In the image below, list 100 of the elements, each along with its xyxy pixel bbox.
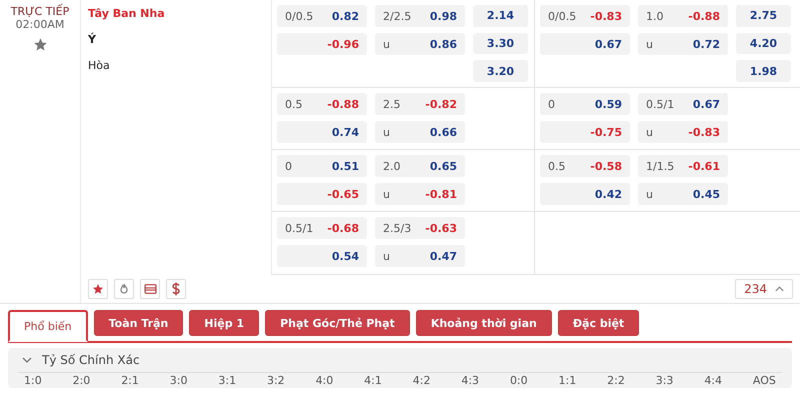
score-label: 3:1 <box>218 374 236 387</box>
odds-line: 0.5 <box>548 160 566 172</box>
odds-value: 0.65 <box>430 160 457 172</box>
score-label: 4:4 <box>704 374 722 387</box>
odds-cell[interactable]: u 0.45 <box>638 183 728 205</box>
score-label: 4:3 <box>461 374 480 387</box>
odds-cell[interactable]: 3.30 <box>473 32 528 54</box>
tool-button[interactable] <box>166 279 186 299</box>
odds-value: -0.68 <box>327 222 359 234</box>
odds-cell[interactable]: -0.65 <box>277 183 367 205</box>
odds-cell[interactable]: 0 0.59 <box>540 93 630 115</box>
ticket-icon <box>144 283 156 295</box>
section-title: Tỷ Số Chính Xác <box>42 353 140 367</box>
odds-cell[interactable]: 2.5 -0.82 <box>375 93 465 115</box>
live-status: TRỰC TIẾP <box>10 5 70 18</box>
odds-cell[interactable]: 0.5/1 -0.68 <box>277 217 367 239</box>
odds-value: -0.65 <box>327 188 359 200</box>
favorite-star-icon[interactable] <box>32 37 48 52</box>
odds-value: -0.83 <box>590 10 622 22</box>
odds-cell[interactable]: -0.75 <box>540 121 630 143</box>
odds-cell[interactable]: u -0.83 <box>638 121 728 143</box>
market-tab[interactable]: Khoảng thời gian <box>416 310 552 336</box>
odds-value: -0.96 <box>327 38 359 50</box>
tool-button[interactable] <box>88 279 108 299</box>
score-label: 2:2 <box>607 374 625 387</box>
odds-value: -0.81 <box>425 188 457 200</box>
odds-cell[interactable]: 1.98 <box>736 60 791 82</box>
score-label: 3:3 <box>656 374 674 387</box>
odds-cell[interactable]: u 0.47 <box>375 245 465 267</box>
odds-cell[interactable]: u 0.86 <box>375 33 465 55</box>
odds-line: 0.5/1 <box>646 98 674 110</box>
odds-line: u <box>383 126 390 138</box>
odds-line: 0 <box>548 98 555 110</box>
match-time: 02:00AM <box>16 18 64 31</box>
odds-value: -0.58 <box>590 160 622 172</box>
odds-line: u <box>383 38 390 50</box>
odds-value: 0.74 <box>332 126 359 138</box>
market-tab[interactable]: Hiệp 1 <box>189 310 260 336</box>
odds-cell[interactable]: 0 0.51 <box>277 155 367 177</box>
odds-line: 0.5 <box>285 98 302 110</box>
odds-value: 0.86 <box>430 38 457 50</box>
odds-cell[interactable]: 0/0.5 -0.83 <box>540 5 630 27</box>
odds-line: 2.0 <box>383 160 400 172</box>
odds-cell[interactable]: u 0.72 <box>638 33 728 55</box>
tool-button[interactable] <box>114 279 134 299</box>
odds-cell[interactable]: 2/2.5 0.98 <box>375 5 465 27</box>
score-label: 3:0 <box>170 374 188 387</box>
odds-line: 2.5 <box>383 98 400 110</box>
odds-cell[interactable]: 3.20 <box>473 60 528 82</box>
team-name: Tây Ban Nha <box>88 6 166 22</box>
odds-cell[interactable]: 2.14 <box>473 5 528 27</box>
odds-cell[interactable]: 0.5 -0.58 <box>540 155 630 177</box>
more-markets-button[interactable]: 234 <box>735 279 793 299</box>
score-label: 0:0 <box>510 374 528 387</box>
chevron-icon[interactable] <box>22 357 32 363</box>
odds-value: 0.66 <box>430 126 457 138</box>
odds-cell[interactable]: u -0.81 <box>375 183 465 205</box>
odds-cell[interactable]: 0.5/1 0.67 <box>638 93 728 115</box>
odds-cell[interactable]: 1.0 -0.88 <box>638 5 728 27</box>
odds-value: 0.67 <box>692 98 720 110</box>
odds-value: 0.42 <box>594 188 622 200</box>
market-tab[interactable]: Toàn Trận <box>94 310 184 336</box>
dollar-icon <box>171 282 181 296</box>
odds-value: 0.72 <box>692 38 720 50</box>
odds-cell[interactable]: 0/0.5 0.82 <box>277 5 367 27</box>
odds-line: u <box>646 188 653 200</box>
odds-line: 2/2.5 <box>383 10 412 22</box>
odds-line: u <box>383 188 390 200</box>
odds-line: 1.0 <box>646 10 664 22</box>
odds-line: 1/1.5 <box>646 160 674 172</box>
odds-cell[interactable]: 4.20 <box>736 32 791 54</box>
star-icon <box>92 283 104 295</box>
odds-value: 0.45 <box>692 188 720 200</box>
odds-cell[interactable]: 2.5/3 -0.63 <box>375 217 465 239</box>
odds-value: 0.54 <box>332 250 359 262</box>
flame-icon <box>118 283 130 295</box>
odds-value: -0.75 <box>590 126 622 138</box>
odds-cell[interactable]: 2.75 <box>736 5 791 27</box>
odds-cell[interactable]: u 0.66 <box>375 121 465 143</box>
tool-button[interactable] <box>140 279 160 299</box>
odds-cell[interactable]: 2.0 0.65 <box>375 155 465 177</box>
odds-cell[interactable]: 1/1.5 -0.61 <box>638 155 728 177</box>
odds-line: 0/0.5 <box>285 10 314 22</box>
caret-icon <box>775 286 784 292</box>
odds-cell[interactable]: 0.67 <box>540 33 630 55</box>
score-label: 4:0 <box>316 374 334 387</box>
score-label: 2:1 <box>121 374 139 387</box>
market-tab[interactable]: Đặc biệt <box>558 310 640 336</box>
odds-value: -0.61 <box>688 160 720 172</box>
odds-line: u <box>646 126 653 138</box>
odds-cell[interactable]: 0.42 <box>540 183 630 205</box>
odds-cell[interactable]: -0.96 <box>277 33 367 55</box>
odds-line: u <box>383 250 390 262</box>
market-tab[interactable]: Phổ biến <box>8 310 88 342</box>
market-tab[interactable]: Phạt Góc/Thẻ Phạt <box>265 310 410 336</box>
odds-cell[interactable]: 0.5 -0.88 <box>277 93 367 115</box>
odds-line: 0/0.5 <box>548 10 576 22</box>
odds-cell[interactable]: 0.74 <box>277 121 367 143</box>
odds-cell[interactable]: 0.54 <box>277 245 367 267</box>
score-label: 4:1 <box>364 374 382 387</box>
